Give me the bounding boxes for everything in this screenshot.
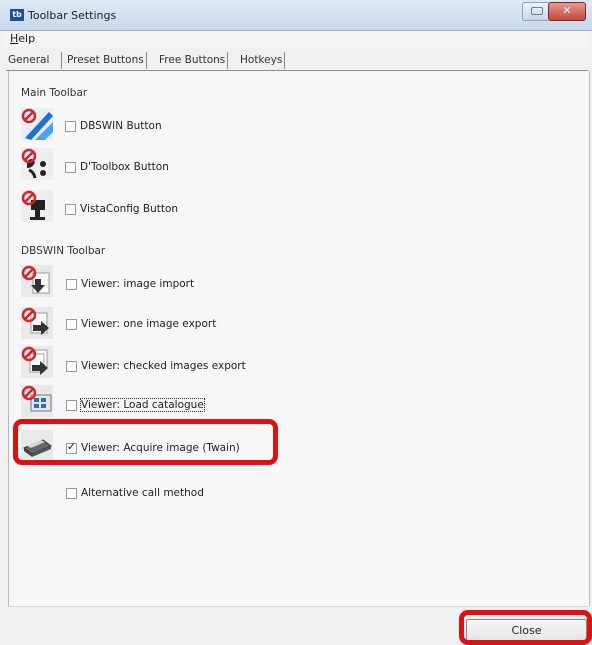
menu-bar: Help xyxy=(4,31,588,47)
one-image-export-checkbox[interactable] xyxy=(66,319,77,330)
preset-buttons-panel xyxy=(8,71,590,606)
tab-preset-buttons[interactable]: Preset Buttons xyxy=(61,52,147,69)
tab-general[interactable]: General xyxy=(8,52,49,69)
dtoolbox-button-checkbox[interactable] xyxy=(65,162,76,173)
restore-button[interactable] xyxy=(522,2,550,21)
vistaconfig-button-label: VistaConfig Button xyxy=(80,203,179,215)
image-export-icon xyxy=(21,307,53,339)
alternative-call-method-checkbox[interactable] xyxy=(66,488,77,499)
dbswin-button-checkbox[interactable] xyxy=(65,121,76,132)
dbswin-button-label: DBSWIN Button xyxy=(80,120,162,132)
image-import-icon xyxy=(21,265,53,297)
load-catalogue-icon xyxy=(21,385,53,417)
load-catalogue-checkbox[interactable] xyxy=(66,400,77,411)
menu-help[interactable]: Help xyxy=(10,32,35,45)
dtoolbox-button-label: D'Toolbox Button xyxy=(80,161,169,173)
dbswin-icon xyxy=(21,108,53,140)
close-button-highlight xyxy=(459,610,592,645)
image-import-checkbox[interactable] xyxy=(66,279,77,290)
restore-icon xyxy=(531,7,543,15)
load-catalogue-label: Viewer: Load catalogue xyxy=(80,398,205,412)
app-icon: tb xyxy=(10,9,24,21)
dbswin-toolbar-heading: DBSWIN Toolbar xyxy=(21,245,106,257)
one-image-export-label: Viewer: one image export xyxy=(81,318,217,330)
tab-hotkeys[interactable]: Hotkeys xyxy=(237,52,286,69)
main-toolbar-heading: Main Toolbar xyxy=(21,87,88,99)
vistaconfig-icon xyxy=(21,190,53,222)
dtoolbox-icon xyxy=(21,148,53,180)
menu-help-label: elp xyxy=(18,32,36,45)
checked-images-export-label: Viewer: checked images export xyxy=(81,360,246,372)
tab-free-buttons[interactable]: Free Buttons xyxy=(156,52,229,69)
image-import-label: Viewer: image import xyxy=(81,278,195,290)
vistaconfig-button-checkbox[interactable] xyxy=(65,204,76,215)
close-window-button[interactable]: ✕ xyxy=(548,2,586,21)
window-title: Toolbar Settings xyxy=(28,9,117,22)
title-bar: tb Toolbar Settings ✕ xyxy=(0,0,592,31)
acquire-image-highlight xyxy=(13,419,278,465)
tab-strip: General Preset Buttons Free Buttons Hotk… xyxy=(6,50,588,71)
alternative-call-method-label: Alternative call method xyxy=(81,487,204,499)
checked-images-export-icon xyxy=(21,346,53,378)
close-icon: ✕ xyxy=(562,4,572,17)
checked-images-export-checkbox[interactable] xyxy=(66,361,77,372)
